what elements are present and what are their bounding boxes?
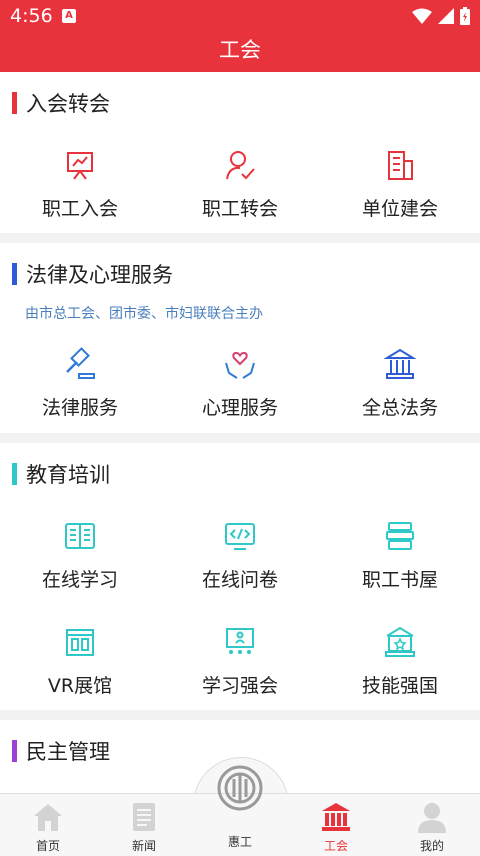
union-logo-icon[interactable] xyxy=(217,765,263,811)
union-building-icon xyxy=(322,803,350,831)
item-label: 职工转会 xyxy=(201,198,278,220)
item-study-union[interactable]: 学习强会 xyxy=(160,625,320,698)
item-acftu-legal[interactable]: 全总法务 xyxy=(320,347,480,420)
item-transfer-union[interactable]: 职工转会 xyxy=(160,148,320,221)
news-icon xyxy=(133,803,155,831)
section-title: 法律及心理服务 xyxy=(12,259,173,289)
gavel-icon xyxy=(66,347,95,379)
item-vr-gallery[interactable]: VR展馆 xyxy=(0,625,160,698)
profile-icon xyxy=(418,803,446,833)
status-time: 4:56 xyxy=(10,5,53,27)
skill-star-icon xyxy=(385,626,415,657)
status-icons xyxy=(412,7,470,25)
section-title: 民主管理 xyxy=(12,736,110,766)
presentation-icon xyxy=(67,152,93,180)
section-title-text: 入会转会 xyxy=(26,92,110,116)
section-membership: 入会转会 职工入会 职工转会 单位建会 xyxy=(0,72,480,233)
item-legal-service[interactable]: 法律服务 xyxy=(0,347,160,420)
gallery-icon xyxy=(66,629,94,656)
section-title-text: 法律及心理服务 xyxy=(26,263,173,287)
section-education: 教育培训 在线学习 在线问卷 职工书屋 VR展馆 学习强会 技能强国 xyxy=(0,443,480,710)
section-title: 入会转会 xyxy=(12,88,110,118)
code-screen-icon xyxy=(225,523,255,550)
nav-home[interactable]: 首页 xyxy=(0,794,96,856)
section-title-text: 民主管理 xyxy=(26,740,110,764)
item-worker-bookhouse[interactable]: 职工书屋 xyxy=(320,519,480,592)
nav-label: 工会 xyxy=(323,839,348,853)
home-icon xyxy=(34,804,62,831)
item-label: 法律服务 xyxy=(41,397,118,419)
courthouse-icon xyxy=(383,348,417,379)
book-icon xyxy=(65,523,95,549)
item-build-union[interactable]: 单位建会 xyxy=(320,148,480,221)
item-label: 职工入会 xyxy=(41,198,118,220)
item-online-survey[interactable]: 在线问卷 xyxy=(160,519,320,592)
item-label: 学习强会 xyxy=(201,675,278,697)
section-legal-psych: 法律及心理服务 由市总工会、团市委、市妇联联合主办 法律服务 心理服务 全总法务 xyxy=(0,243,480,433)
bookshelf-icon xyxy=(386,522,414,550)
section-accent-bar xyxy=(12,740,17,762)
item-skill-power[interactable]: 技能强国 xyxy=(320,625,480,698)
a-icon: A xyxy=(62,9,76,23)
page-title: 工会 xyxy=(0,32,480,72)
section-accent-bar xyxy=(12,92,17,114)
signal-icon xyxy=(438,8,454,24)
section-subtitle: 由市总工会、团市委、市妇联联合主办 xyxy=(25,306,263,322)
item-label: 全总法务 xyxy=(361,397,438,419)
item-label: 职工书屋 xyxy=(361,569,438,591)
battery-icon xyxy=(460,7,470,25)
item-label: 在线问卷 xyxy=(201,569,278,591)
heart-hands-icon xyxy=(225,351,255,379)
item-label: 心理服务 xyxy=(201,397,278,419)
classroom-icon xyxy=(226,628,254,654)
wifi-icon xyxy=(412,8,432,24)
status-bar: 4:56 A xyxy=(0,0,480,32)
item-online-learning[interactable]: 在线学习 xyxy=(0,519,160,592)
nav-label: 新闻 xyxy=(131,839,156,853)
user-check-icon xyxy=(226,151,255,180)
nav-label: 我的 xyxy=(419,839,444,853)
nav-news[interactable]: 新闻 xyxy=(96,794,192,856)
section-title: 教育培训 xyxy=(12,459,110,489)
item-label: 技能强国 xyxy=(361,675,438,697)
section-accent-bar xyxy=(12,263,17,285)
item-label: VR展馆 xyxy=(47,675,113,697)
nav-label: 惠工 xyxy=(227,835,252,849)
item-label: 在线学习 xyxy=(41,569,118,591)
section-accent-bar xyxy=(12,463,17,485)
item-join-union[interactable]: 职工入会 xyxy=(0,148,160,221)
nav-union[interactable]: 工会 xyxy=(288,794,384,856)
item-psych-service[interactable]: 心理服务 xyxy=(160,347,320,420)
item-label: 单位建会 xyxy=(361,198,438,220)
building-icon xyxy=(388,151,413,180)
nav-label: 首页 xyxy=(35,839,60,853)
nav-profile[interactable]: 我的 xyxy=(384,794,480,856)
section-title-text: 教育培训 xyxy=(26,463,110,487)
